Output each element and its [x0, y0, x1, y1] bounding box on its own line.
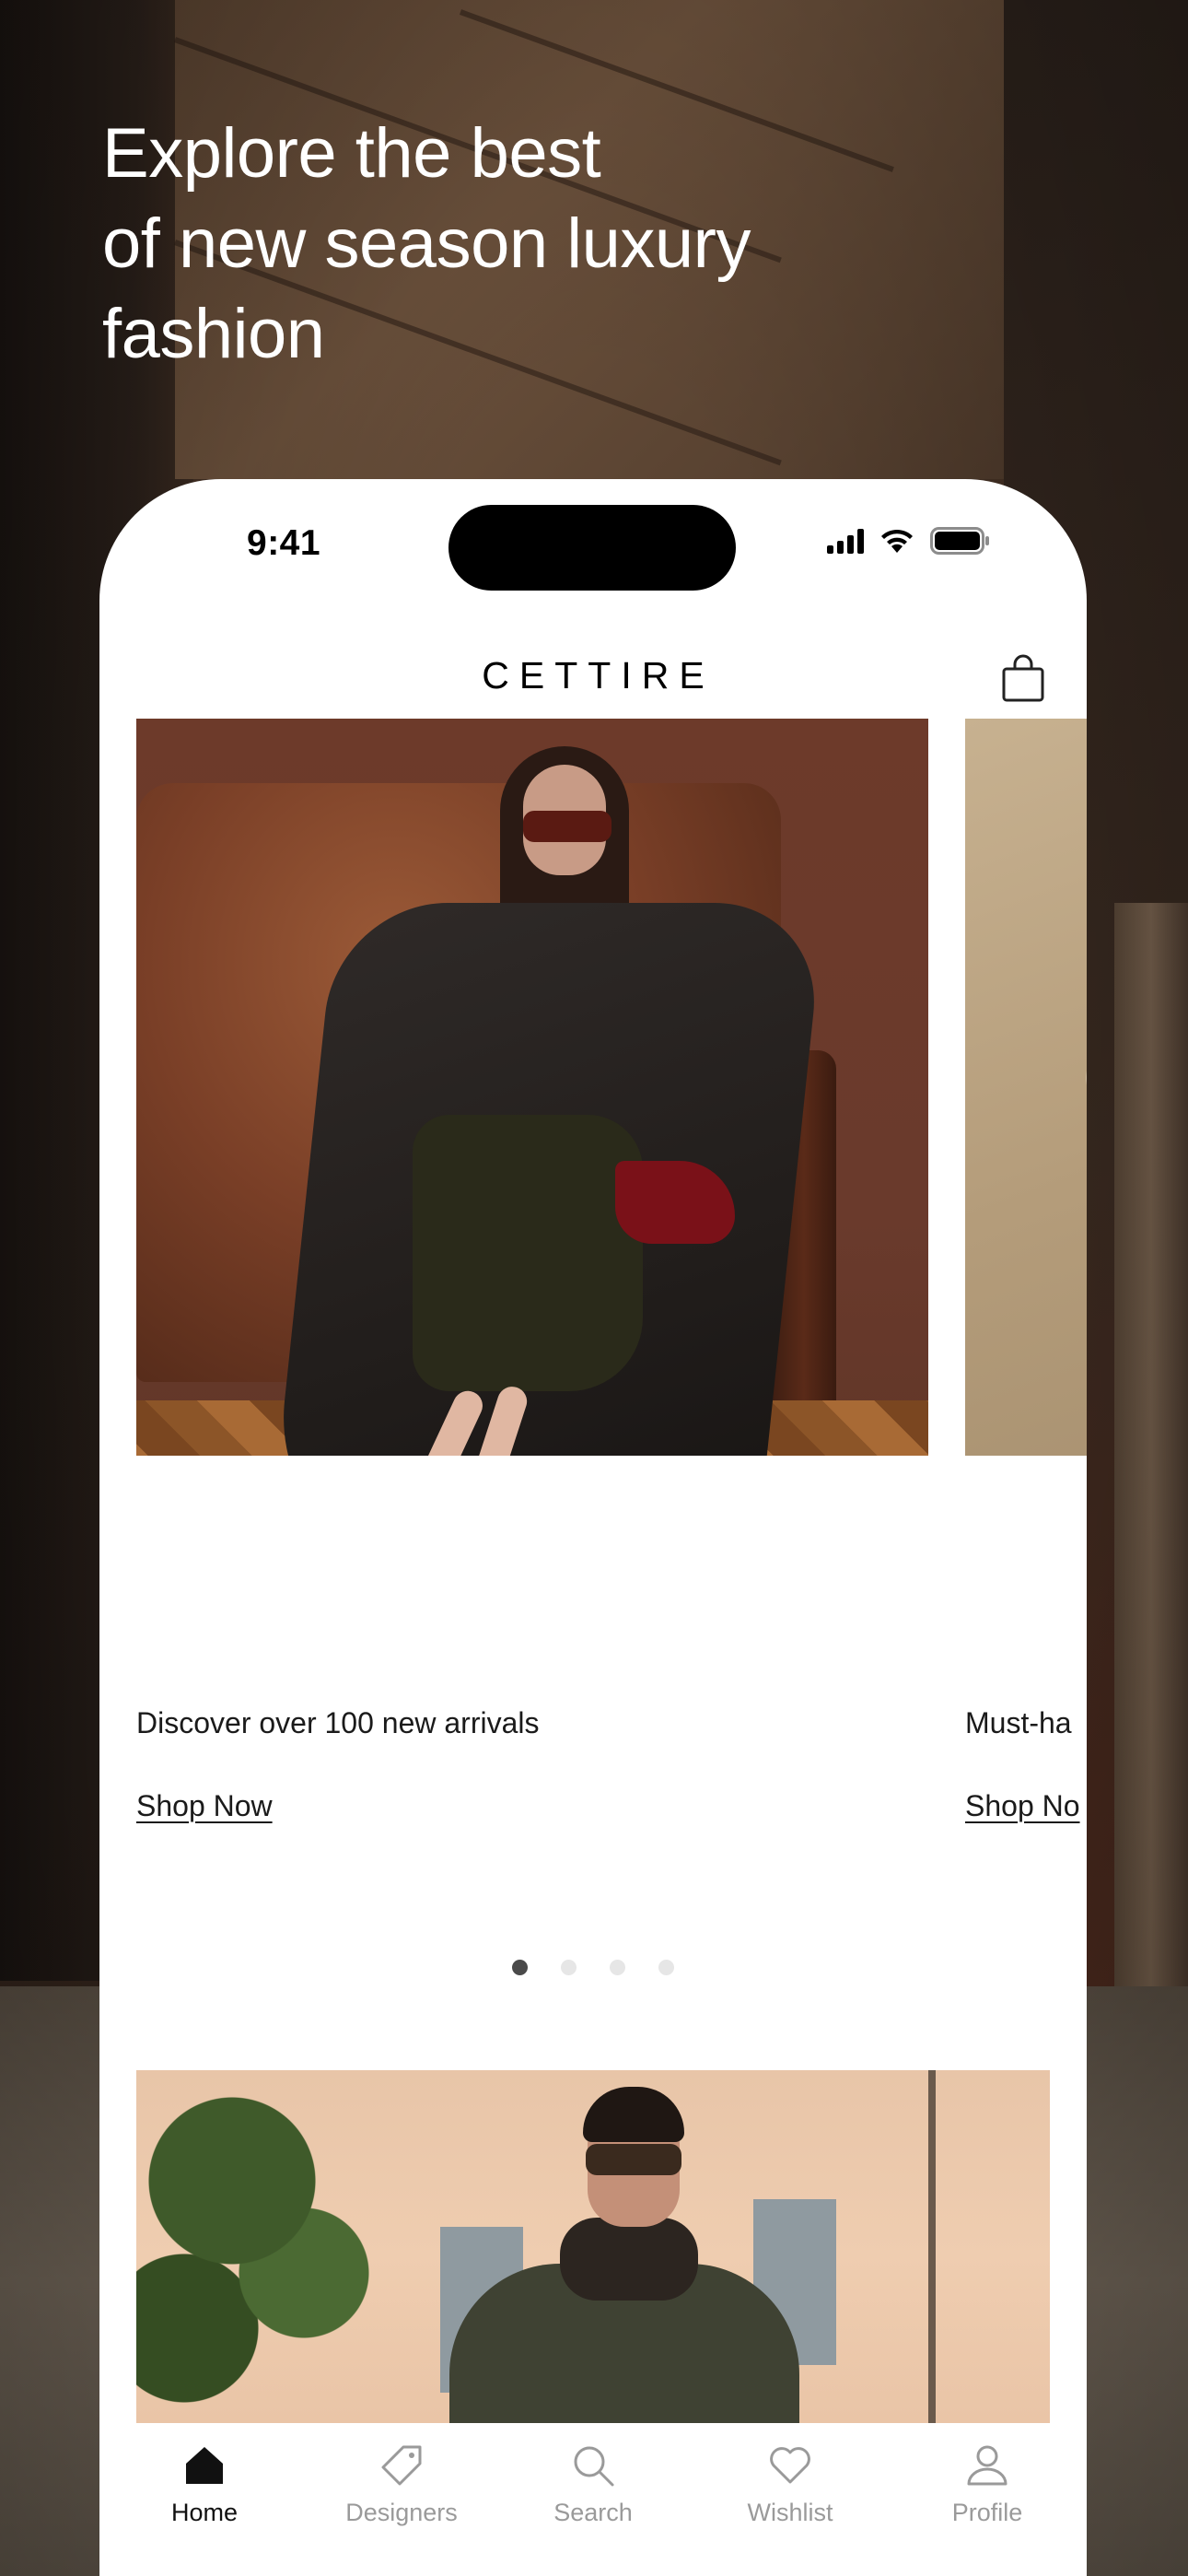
status-time: 9:41 — [247, 523, 321, 563]
slide-image[interactable] — [136, 719, 928, 1456]
tab-label: Search — [553, 2499, 633, 2526]
tab-label: Wishlist — [747, 2499, 833, 2526]
phone-frame: 9:41 CETTIRE Discover over 100 new arriv… — [99, 479, 1087, 2576]
promo-headline-line-2: of new season luxury — [102, 205, 751, 283]
tag-icon — [381, 2445, 422, 2486]
hero-carousel[interactable] — [99, 719, 1087, 1456]
promo-headline: Explore the best of new season luxury fa… — [102, 109, 931, 380]
app-header: CETTIRE — [99, 636, 1087, 728]
tab-search[interactable]: Search — [501, 2441, 685, 2527]
shop-now-link[interactable]: Shop No — [965, 1787, 1080, 1824]
tab-profile[interactable]: Profile — [895, 2441, 1079, 2527]
tab-label: Profile — [951, 2499, 1023, 2526]
tab-home[interactable]: Home — [112, 2441, 297, 2527]
tab-label: Home — [170, 2499, 239, 2526]
dynamic-island — [448, 505, 736, 591]
home-icon — [186, 2447, 223, 2484]
pagination-dot[interactable] — [610, 1960, 625, 1975]
promo-headline-line-1: Explore the best — [102, 114, 601, 193]
carousel-slide[interactable] — [136, 719, 928, 1456]
cellular-signal-icon — [827, 528, 864, 554]
tab-label: Designers — [345, 2499, 458, 2526]
slide-1-text: Discover over 100 new arrivals Shop Now — [136, 1704, 947, 1824]
tab-designers[interactable]: Designers — [309, 2441, 494, 2527]
slide-2-text: Must-ha Shop No — [965, 1704, 1087, 1824]
status-bar: 9:41 — [99, 479, 1087, 599]
pagination-dot[interactable] — [512, 1960, 528, 1975]
brand-logo[interactable]: CETTIRE — [99, 654, 1087, 697]
pagination-dot[interactable] — [561, 1960, 577, 1975]
heart-icon — [770, 2447, 810, 2484]
shopping-bag-icon[interactable] — [1000, 652, 1046, 704]
shop-now-link[interactable]: Shop Now — [136, 1787, 273, 1824]
bottom-tab-bar: Home Designers Search Wishlist Profile — [99, 2423, 1087, 2576]
search-icon — [574, 2446, 614, 2487]
wifi-icon — [881, 529, 913, 553]
user-icon — [967, 2445, 1007, 2486]
carousel-slide[interactable] — [965, 719, 1087, 1456]
slide-caption: Discover over 100 new arrivals — [136, 1706, 540, 1739]
status-icons — [827, 527, 991, 555]
slide-caption: Must-ha — [965, 1706, 1072, 1739]
promo-headline-line-3: fashion — [102, 295, 325, 373]
slide-image[interactable] — [965, 719, 1087, 1456]
pagination-dot[interactable] — [658, 1960, 674, 1975]
battery-icon — [930, 527, 989, 555]
tab-wishlist[interactable]: Wishlist — [698, 2441, 882, 2527]
editorial-banner-image[interactable] — [136, 2070, 1050, 2439]
carousel-pagination — [99, 1960, 1087, 1975]
